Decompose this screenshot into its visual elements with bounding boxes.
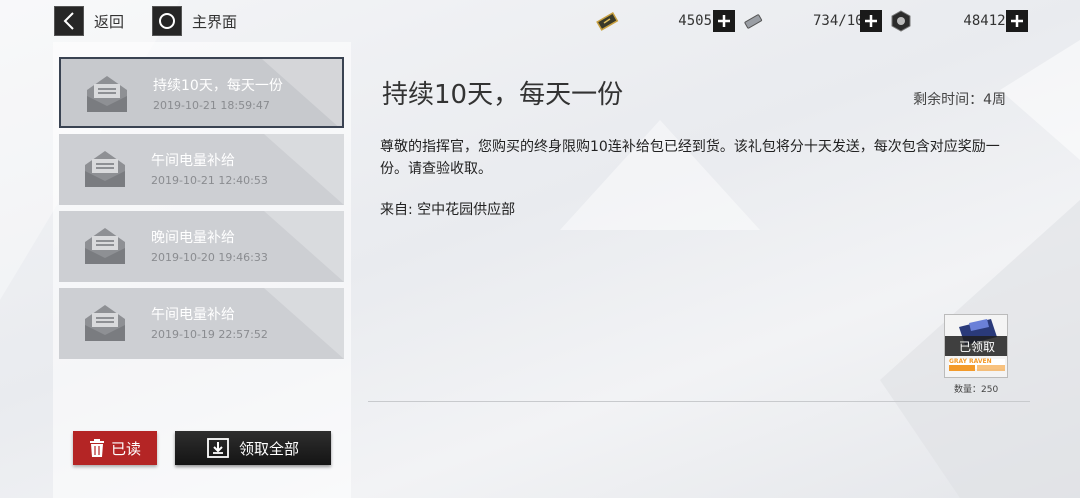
- trash-icon: [89, 439, 104, 457]
- home-button[interactable]: 主界面: [152, 6, 237, 36]
- mail-item-title: 午间电量补给: [151, 153, 235, 169]
- back-label: 返回: [94, 12, 125, 31]
- mark-read-label: 已读: [110, 439, 141, 458]
- plus-icon: [1011, 15, 1023, 27]
- claim-all-label: 领取全部: [238, 439, 299, 458]
- mail-detail: 持续10天，每天一份 剩余时间：4周 尊敬的指挥官，您购买的终身限购10连补给包…: [368, 60, 1030, 405]
- mail-item-title: 持续10天，每天一份: [153, 78, 283, 94]
- claim-all-button[interactable]: 领取全部: [175, 431, 331, 465]
- hex-nut-icon: [888, 8, 914, 34]
- resource-ticket: 4505: [594, 8, 712, 34]
- mail-item-date: 2019-10-20 19:46:33: [151, 251, 268, 264]
- mail-item-date: 2019-10-21 18:59:47: [153, 99, 270, 112]
- mail-body: 尊敬的指挥官，您购买的终身限购10连补给包已经到货。该礼包将分十天发送，每次包含…: [380, 139, 1000, 177]
- circle-home-icon: [152, 6, 182, 36]
- mark-read-button[interactable]: 已读: [73, 431, 157, 465]
- reward-brand-text: GRAY RAVEN: [949, 358, 992, 365]
- back-button[interactable]: 返回: [54, 6, 124, 36]
- reward-quantity: 数量：250: [954, 385, 999, 395]
- mail-item-title: 午间电量补给: [151, 307, 235, 323]
- resource-nut: 484124: [888, 8, 1014, 34]
- resource-battery: 734/108: [740, 8, 872, 34]
- envelope-open-icon: [85, 228, 125, 264]
- claimed-badge: 已领取: [945, 336, 1007, 356]
- mail-item-date: 2019-10-21 12:40:53: [151, 174, 268, 187]
- mail-list-panel: 持续10天，每天一份 2019-10-21 18:59:47 午间电量补给 20…: [53, 42, 351, 498]
- mail-item[interactable]: 午间电量补给 2019-10-21 12:40:53: [59, 134, 344, 205]
- mail-list: 持续10天，每天一份 2019-10-21 18:59:47 午间电量补给 20…: [59, 57, 344, 365]
- reward-item[interactable]: GRAY RAVEN 已领取: [944, 314, 1008, 378]
- remaining-time: 剩余时间：4周: [913, 92, 1006, 108]
- mail-sender: 来自: 空中花园供应部: [380, 202, 516, 218]
- add-battery-button[interactable]: [860, 10, 882, 32]
- envelope-open-icon: [85, 151, 125, 187]
- battery-icon: [740, 8, 766, 34]
- mail-item[interactable]: 晚间电量补给 2019-10-20 19:46:33: [59, 211, 344, 282]
- envelope-open-icon: [87, 76, 127, 112]
- home-label: 主界面: [192, 12, 238, 31]
- add-nut-button[interactable]: [1006, 10, 1028, 32]
- envelope-open-icon: [85, 305, 125, 341]
- plus-icon: [865, 15, 877, 27]
- top-bar: 返回 主界面 4505 734/108 484124: [0, 0, 1080, 42]
- divider: [368, 401, 1030, 402]
- mail-item[interactable]: 午间电量补给 2019-10-19 22:57:52: [59, 288, 344, 359]
- mail-item-date: 2019-10-19 22:57:52: [151, 328, 268, 341]
- mail-title: 持续10天，每天一份: [382, 80, 624, 110]
- chevron-left-icon: [54, 6, 84, 36]
- mail-item[interactable]: 持续10天，每天一份 2019-10-21 18:59:47: [59, 57, 344, 128]
- plus-icon: [718, 15, 730, 27]
- download-icon: [207, 438, 229, 458]
- add-ticket-button[interactable]: [713, 10, 735, 32]
- ticket-icon: [594, 8, 620, 34]
- resource-battery-value: 734/108: [812, 13, 872, 29]
- mail-item-title: 晚间电量补给: [151, 230, 235, 246]
- resource-nut-value: 484124: [963, 13, 1014, 29]
- resource-ticket-value: 4505: [678, 13, 712, 29]
